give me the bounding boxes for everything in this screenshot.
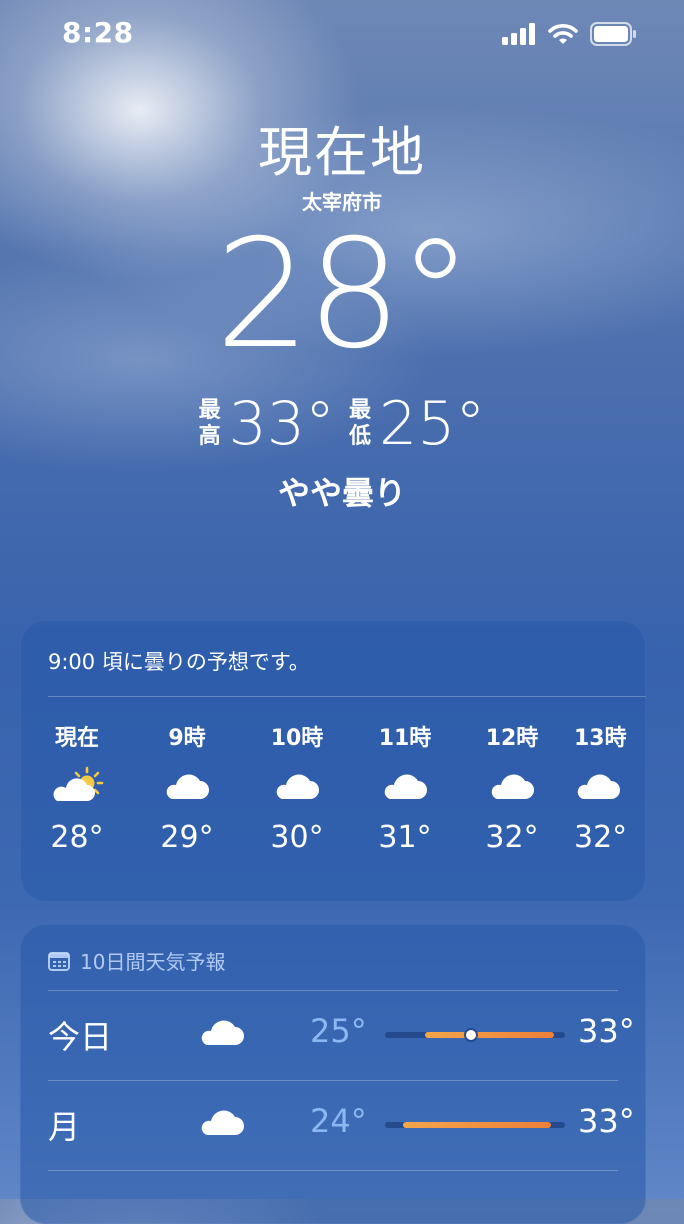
ten-day-forecast-card[interactable]: 10日間天気予報 今日 25° 33° 月 24° 33° <box>20 924 646 1224</box>
high-temperature-block: 最 高 33° <box>199 392 335 456</box>
hour-label: 13時 <box>574 726 627 751</box>
hour-temperature: 31° <box>378 820 432 855</box>
hourly-item[interactable]: 12時 32° <box>457 720 567 860</box>
high-label: 最 高 <box>199 398 221 450</box>
battery-icon <box>590 22 636 46</box>
temperature-range-track <box>385 1122 565 1128</box>
current-temperature: 28° <box>215 208 473 382</box>
low-label: 最 低 <box>349 398 371 450</box>
hourly-divider <box>48 696 646 697</box>
cloud-icon <box>577 774 620 799</box>
cloud-icon <box>276 774 319 799</box>
hour-label: 9時 <box>168 726 206 751</box>
cellular-signal-icon <box>502 23 535 45</box>
cloud-icon <box>166 774 209 799</box>
current-temperature-dot <box>466 1030 477 1040</box>
temperature-range-bar <box>424 1032 555 1038</box>
forecast-high: 33° <box>578 1012 635 1050</box>
hourly-item[interactable]: 13時 32° <box>566 720 646 860</box>
forecast-row-today[interactable]: 今日 25° 33° <box>48 990 635 1080</box>
high-label-char-2: 高 <box>198 424 221 449</box>
cloud-icon <box>491 774 534 799</box>
hourly-item[interactable]: 現在 28° <box>22 720 132 860</box>
hour-temperature: 32° <box>574 820 628 855</box>
forecast-day: 今日 <box>48 1018 113 1056</box>
forecast-title-text: 10日間天気予報 <box>80 950 226 974</box>
forecast-divider <box>48 1170 618 1171</box>
forecast-title: 10日間天気予報 <box>48 946 225 975</box>
hour-temperature: 28° <box>50 820 104 855</box>
hourly-item[interactable]: 10時 30° <box>242 720 352 860</box>
forecast-low: 24° <box>310 1102 367 1140</box>
hour-label: 10時 <box>270 726 324 751</box>
low-label-char-2: 低 <box>349 424 372 449</box>
high-temperature: 33° <box>228 389 335 459</box>
wifi-icon <box>548 24 578 44</box>
high-low: 最 高 33° 最 低 25° <box>0 392 684 456</box>
low-label-char-1: 最 <box>349 398 372 423</box>
status-time: 8:28 <box>62 16 134 49</box>
hourly-item[interactable]: 9時 29° <box>132 720 242 860</box>
forecast-row-monday[interactable]: 月 24° 33° <box>48 1080 635 1170</box>
location-name: 現在地 <box>258 121 426 184</box>
hour-label: 現在 <box>54 726 99 751</box>
hour-temperature: 29° <box>160 820 214 855</box>
hourly-summary: 9:00 頃に曇りの予想です。 <box>48 650 310 674</box>
forecast-day: 月 <box>48 1108 81 1146</box>
hourly-item[interactable]: 11時 31° <box>350 720 460 860</box>
status-icons <box>502 22 636 46</box>
hour-label: 11時 <box>378 726 432 751</box>
hour-temperature: 30° <box>270 820 324 855</box>
forecast-low: 25° <box>310 1012 367 1050</box>
hour-label: 12時 <box>485 726 539 751</box>
low-temperature-block: 最 低 25° <box>349 392 485 456</box>
temperature-range-track <box>385 1030 565 1040</box>
hour-temperature: 32° <box>485 820 539 855</box>
temperature-range-bar <box>403 1122 551 1128</box>
forecast-high: 33° <box>578 1102 635 1140</box>
high-label-char-1: 最 <box>198 398 221 423</box>
hourly-forecast-card[interactable]: 9:00 頃に曇りの予想です。 現在 28° 9時 29° 10時 30° 11… <box>20 620 646 902</box>
low-temperature: 25° <box>379 389 486 459</box>
weather-condition: やや曇り <box>277 474 406 512</box>
cloud-icon <box>201 1110 244 1135</box>
partly-cloudy-icon <box>53 766 104 801</box>
calendar-icon <box>48 951 70 971</box>
cloud-icon <box>201 1020 244 1045</box>
cloud-icon <box>384 774 427 799</box>
